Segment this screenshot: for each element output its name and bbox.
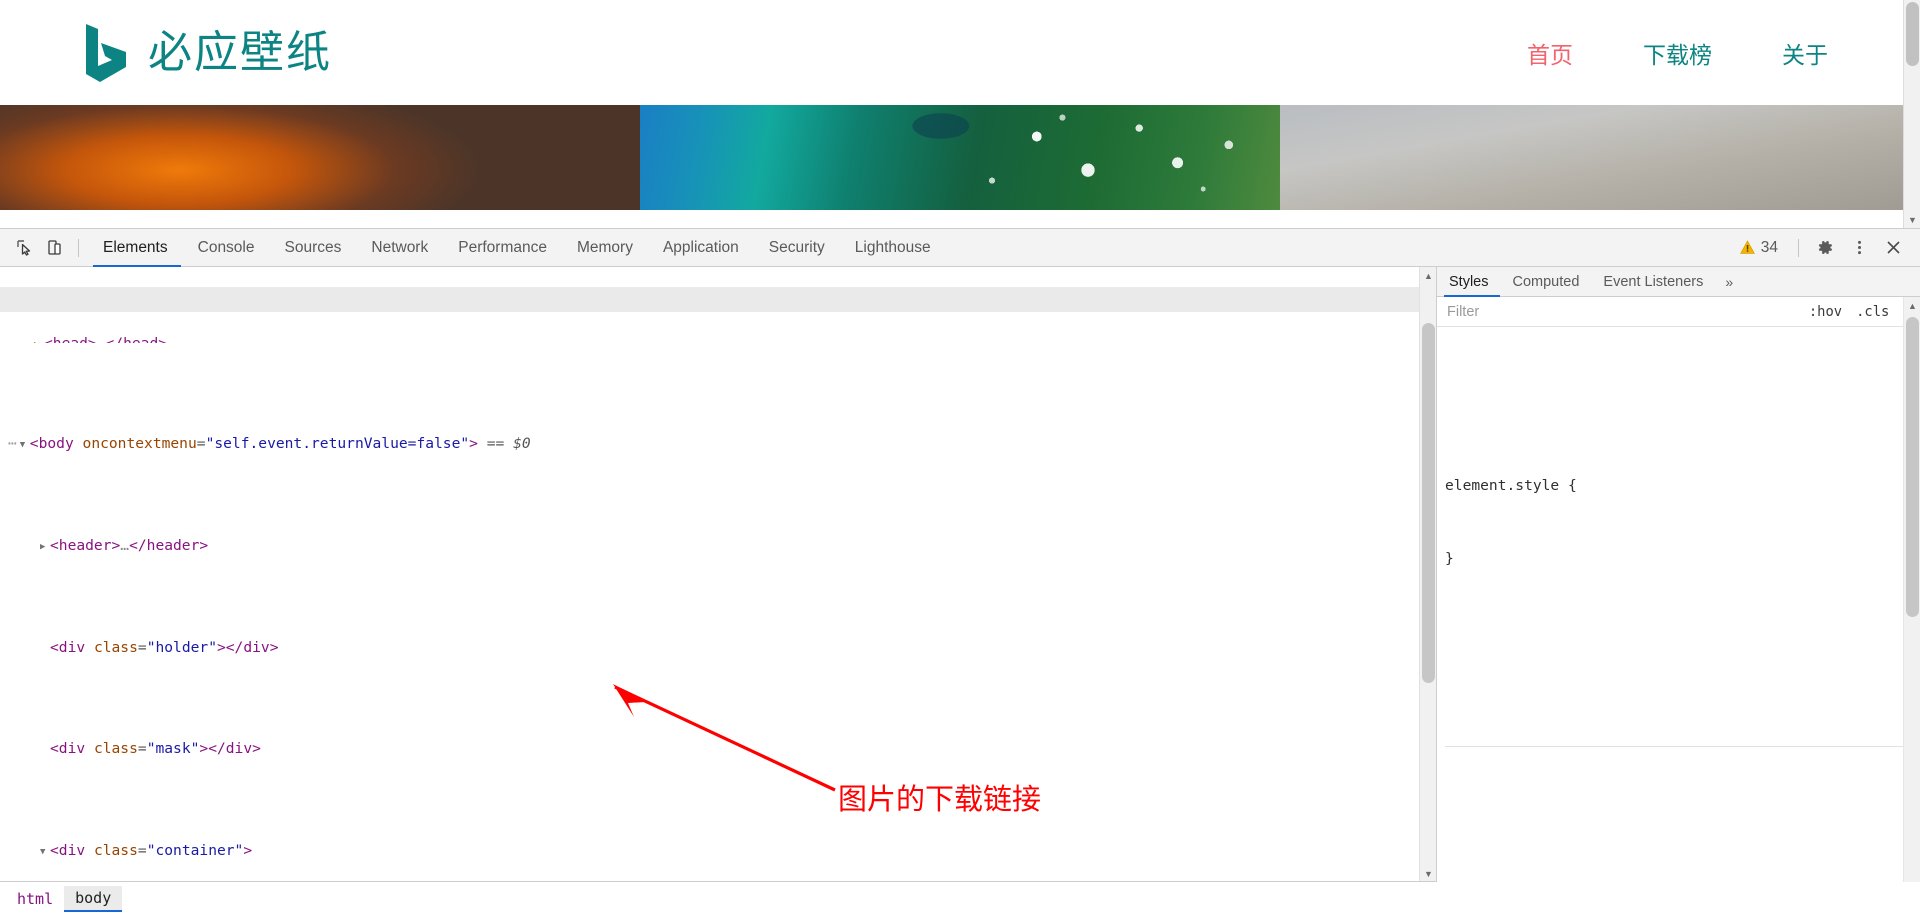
- tab-styles[interactable]: Styles: [1437, 267, 1501, 297]
- dom-breadcrumb: html body: [0, 881, 1436, 915]
- breadcrumb-item-body[interactable]: body: [64, 885, 123, 912]
- chevron-double-right-icon[interactable]: »: [1715, 274, 1743, 290]
- cls-toggle[interactable]: .cls: [1849, 304, 1896, 320]
- devtools-tab-elements[interactable]: Elements: [88, 229, 183, 267]
- styles-rules-list: element.style { } body { common.css:10 m…: [1437, 328, 1903, 882]
- rule-divider: [1445, 746, 1903, 748]
- devtools-tab-lighthouse[interactable]: Lighthouse: [840, 229, 946, 267]
- nav-link-home[interactable]: 首页: [1527, 36, 1573, 70]
- warning-count-button[interactable]: 34: [1731, 239, 1787, 257]
- dom-node-container[interactable]: ▼ <div class="container">: [8, 838, 1419, 863]
- styles-pane: Styles Computed Event Listeners » :hov .…: [1437, 267, 1920, 882]
- nav-link-download-rank[interactable]: 下载榜: [1643, 36, 1712, 70]
- scroll-down-arrow-icon[interactable]: ▼: [1420, 865, 1436, 882]
- devtools-panel: Elements Console Sources Network Perform…: [0, 228, 1920, 915]
- dom-node-header[interactable]: ▶ <header>…</header>: [8, 533, 1419, 558]
- dom-tree-scrollbar[interactable]: ▲ ▼: [1419, 267, 1436, 882]
- site-header: 必应壁纸 首页 下载榜 关于: [0, 0, 1920, 105]
- close-icon[interactable]: [1878, 233, 1908, 263]
- css-selector[interactable]: element.style {: [1445, 474, 1903, 498]
- dom-attr-value: self.event.returnValue=false: [214, 435, 461, 453]
- styles-filter-bar: :hov .cls +: [1437, 297, 1920, 327]
- page-vertical-scrollbar[interactable]: ▲ ▼: [1903, 0, 1920, 228]
- scroll-down-arrow-icon[interactable]: ▼: [1904, 211, 1920, 228]
- css-rule-body[interactable]: body { common.css:10 margin: ▶ 0; line-h…: [1445, 844, 1903, 882]
- browser-page-viewport: 必应壁纸 首页 下载榜 关于 ▲ ▼: [0, 0, 1920, 228]
- devtools-tab-console[interactable]: Console: [183, 229, 270, 267]
- scroll-up-arrow-icon[interactable]: ▲: [1904, 297, 1920, 314]
- active-styles-tab-indicator: [1444, 295, 1500, 297]
- kebab-menu-icon[interactable]: [1844, 233, 1874, 263]
- devtools-body: ▶<head>…</head> ⋯▼<body oncontextmenu="s…: [0, 267, 1920, 882]
- dom-node-head[interactable]: ▶<head>…</head>: [8, 331, 1419, 343]
- gear-icon[interactable]: [1810, 233, 1840, 263]
- styles-tabbar: Styles Computed Event Listeners »: [1437, 267, 1920, 297]
- wallpaper-thumbnail[interactable]: [0, 105, 640, 210]
- dom-node-body[interactable]: ⋯ ▼ <body oncontextmenu="self.event.return…: [8, 431, 1419, 456]
- site-brand[interactable]: 必应壁纸: [82, 22, 332, 84]
- devtools-tab-memory[interactable]: Memory: [562, 229, 648, 267]
- bing-logo-icon: [86, 23, 126, 82]
- toolbar-divider: [1798, 238, 1799, 257]
- devtools-tab-sources[interactable]: Sources: [270, 229, 357, 267]
- wallpaper-thumbnail[interactable]: [1280, 105, 1920, 210]
- page-scrollbar-thumb[interactable]: [1906, 2, 1919, 66]
- tab-computed[interactable]: Computed: [1501, 267, 1592, 297]
- devtools-toolbar-right: 34: [1731, 233, 1920, 263]
- warning-triangle-icon: [1739, 240, 1755, 254]
- device-toolbar-icon[interactable]: [39, 233, 69, 263]
- dom-node-mask[interactable]: <div class="mask"></div>: [8, 736, 1419, 761]
- devtools-tab-security[interactable]: Security: [754, 229, 840, 267]
- hov-toggle[interactable]: :hov: [1802, 304, 1849, 320]
- inspect-element-icon[interactable]: [9, 233, 39, 263]
- selected-node-marker: == $0: [486, 435, 531, 453]
- breadcrumb-item-html[interactable]: html: [6, 887, 64, 911]
- styles-filter-input[interactable]: [1445, 302, 1802, 321]
- devtools-tab-application[interactable]: Application: [648, 229, 754, 267]
- toolbar-divider: [78, 238, 79, 257]
- brand-title: 必应壁纸: [148, 27, 332, 77]
- dom-scrollbar-thumb[interactable]: [1422, 323, 1435, 683]
- nav-link-about[interactable]: 关于: [1782, 36, 1828, 70]
- dom-tree[interactable]: ▶<head>…</head> ⋯▼<body oncontextmenu="s…: [0, 267, 1419, 882]
- site-nav: 首页 下载榜 关于: [1527, 36, 1828, 70]
- warning-count-label: 34: [1760, 238, 1778, 256]
- dom-attr-name: oncontextmenu: [82, 435, 197, 453]
- devtools-tab-performance[interactable]: Performance: [443, 229, 562, 267]
- styles-pane-scrollbar[interactable]: ▲: [1903, 297, 1920, 882]
- css-rule-element-style[interactable]: element.style { }: [1445, 425, 1903, 619]
- styles-scrollbar-thumb[interactable]: [1906, 317, 1919, 617]
- devtools-tab-network[interactable]: Network: [356, 229, 443, 267]
- tab-event-listeners[interactable]: Event Listeners: [1591, 267, 1715, 297]
- wallpaper-gallery-strip: [0, 105, 1920, 210]
- devtools-toolbar: Elements Console Sources Network Perform…: [0, 229, 1920, 267]
- wallpaper-thumbnail[interactable]: [640, 105, 1280, 210]
- scroll-up-arrow-icon[interactable]: ▲: [1420, 267, 1436, 284]
- css-rule-close: }: [1445, 549, 1454, 567]
- dom-node-holder[interactable]: <div class="holder"></div>: [8, 635, 1419, 660]
- dom-tree-pane[interactable]: ▶<head>…</head> ⋯▼<body oncontextmenu="s…: [0, 267, 1436, 882]
